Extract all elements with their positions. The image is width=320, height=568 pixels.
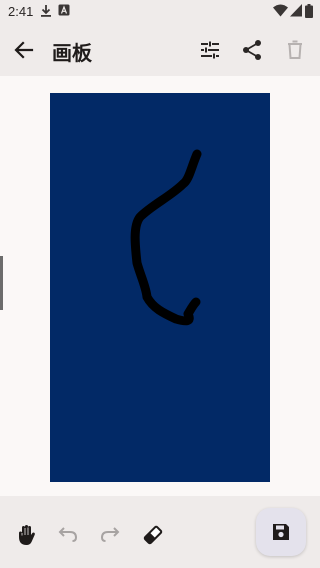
wifi-icon: [273, 4, 288, 17]
status-time: 2:41: [8, 4, 34, 19]
app-bar: 画板: [0, 24, 320, 76]
redo-icon[interactable]: [98, 523, 122, 547]
drawing-canvas[interactable]: [50, 93, 270, 482]
drawn-stroke: [130, 149, 202, 326]
back-arrow-icon[interactable]: [12, 38, 36, 62]
status-bar: 2:41: [0, 0, 320, 24]
hand-icon[interactable]: [14, 523, 38, 547]
delete-icon[interactable]: [283, 38, 307, 62]
bottom-toolbar: [0, 496, 320, 568]
undo-icon[interactable]: [56, 523, 80, 547]
canvas-area: [0, 76, 320, 496]
download-icon: [41, 5, 51, 17]
save-button[interactable]: [256, 508, 306, 556]
edge-handle[interactable]: [0, 256, 3, 310]
signal-icon: [290, 4, 302, 17]
sim-a-icon: [58, 4, 70, 16]
tune-icon[interactable]: [198, 38, 222, 62]
share-icon[interactable]: [240, 38, 264, 62]
page-title: 画板: [52, 41, 92, 65]
save-icon: [273, 524, 289, 540]
battery-icon: [305, 4, 313, 18]
eraser-icon[interactable]: [141, 523, 165, 547]
